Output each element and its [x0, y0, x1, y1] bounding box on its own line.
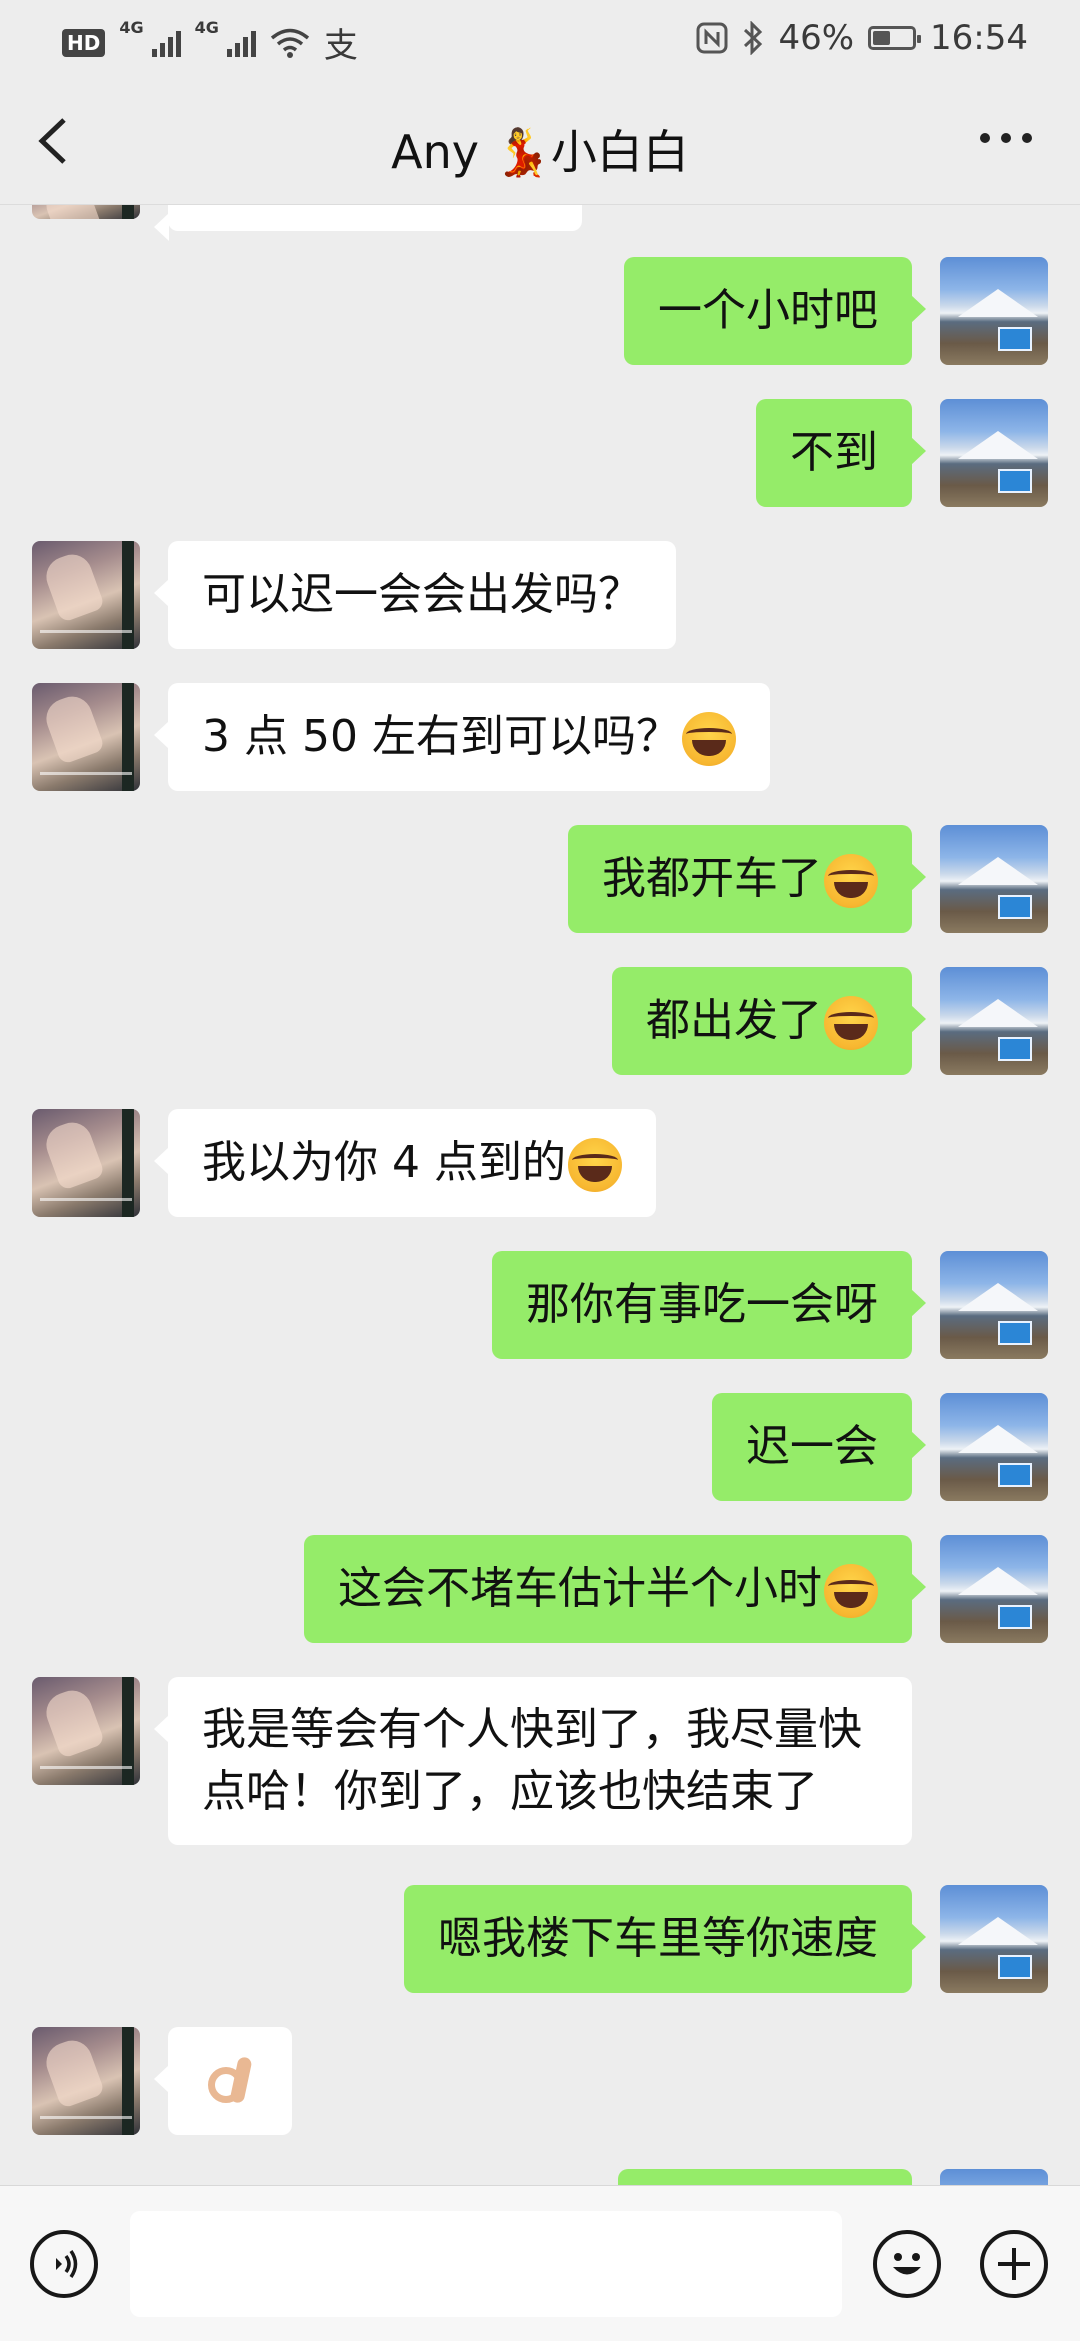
- status-bar: HD 4G 4G 支 46% 16:54: [0, 0, 1080, 78]
- peer-avatar[interactable]: [32, 541, 140, 649]
- signal-icon: [151, 29, 181, 57]
- self-avatar[interactable]: [940, 2169, 1048, 2185]
- message-bubble[interactable]: [618, 2169, 912, 2185]
- message-text: 迟一会: [746, 1421, 878, 1472]
- message-text: 一个小时吧: [658, 285, 878, 336]
- message-text: 3 点 50 左右到可以吗？: [202, 711, 680, 762]
- message-bubble[interactable]: 迟一会: [712, 1393, 926, 1501]
- peer-avatar[interactable]: [32, 683, 140, 791]
- hd-badge: HD: [62, 28, 106, 57]
- message-bubble[interactable]: 我以为你 4 点到的: [154, 1109, 656, 1217]
- peer-avatar[interactable]: [32, 1677, 140, 1785]
- more-options-button[interactable]: [980, 133, 1032, 143]
- self-avatar[interactable]: [940, 1393, 1048, 1501]
- signal-icon: [226, 29, 256, 57]
- network-type-1: 4G: [119, 18, 144, 37]
- chat-title: Any 💃小白白: [391, 125, 689, 179]
- battery-icon: [868, 26, 922, 50]
- self-avatar[interactable]: [940, 967, 1048, 1075]
- message-input[interactable]: [130, 2211, 842, 2317]
- message-text: 不到: [790, 427, 878, 478]
- facepalm-cry-emoji: [824, 996, 878, 1050]
- message-text-line: 点哈！你到了，应该也快结束了: [202, 1766, 818, 1817]
- message-text: 那你有事吃一会呀: [526, 1279, 878, 1330]
- facepalm-cry-emoji: [824, 1564, 878, 1618]
- peer-avatar[interactable]: [32, 2027, 140, 2135]
- facepalm-cry-emoji: [824, 854, 878, 908]
- message-bubble[interactable]: [154, 2027, 292, 2135]
- message-text: 可以迟一会会出发吗？: [202, 569, 642, 620]
- message-text: 我以为你 4 点到的: [202, 1137, 566, 1188]
- message-bubble[interactable]: 都出发了: [612, 967, 926, 1075]
- message-bubble[interactable]: [154, 205, 582, 241]
- ok-hand-emoji: [202, 2055, 258, 2111]
- self-avatar[interactable]: [940, 257, 1048, 365]
- voice-icon: [56, 2250, 78, 2278]
- self-avatar[interactable]: [940, 1535, 1048, 1643]
- more-functions-button[interactable]: [980, 2230, 1048, 2298]
- alipay-icon: 支: [323, 26, 358, 66]
- message-bubble[interactable]: 不到: [756, 399, 926, 507]
- plus-icon: [998, 2248, 1030, 2280]
- chat-header: Any 💃小白白: [0, 78, 1080, 205]
- message-text: 这会不堵车估计半个小时: [338, 1563, 822, 1614]
- emoji-button[interactable]: [873, 2230, 941, 2298]
- clock: 16:54: [930, 18, 1028, 58]
- battery-percent: 46%: [778, 18, 855, 58]
- message-text-line: 我是等会有个人快到了，我尽量快: [202, 1704, 862, 1755]
- message-text: 嗯我楼下车里等你速度: [438, 1913, 878, 1964]
- message-bubble[interactable]: 3 点 50 左右到可以吗？: [154, 683, 770, 791]
- nfc-icon: [696, 22, 728, 54]
- self-avatar[interactable]: [940, 1251, 1048, 1359]
- message-bubble[interactable]: 一个小时吧: [624, 257, 926, 365]
- message-bubble[interactable]: 嗯我楼下车里等你速度: [404, 1885, 926, 1993]
- peer-avatar[interactable]: [32, 205, 140, 219]
- self-avatar[interactable]: [940, 1885, 1048, 1993]
- smiley-icon: [893, 2253, 921, 2275]
- self-avatar[interactable]: [940, 825, 1048, 933]
- facepalm-cry-emoji: [567, 1138, 622, 1192]
- peer-avatar[interactable]: [32, 1109, 140, 1217]
- message-text: 都出发了: [646, 995, 822, 1046]
- wifi-icon: [270, 28, 309, 58]
- message-bubble[interactable]: 可以迟一会会出发吗？: [154, 541, 676, 649]
- bluetooth-icon: [744, 21, 763, 55]
- voice-input-button[interactable]: [30, 2230, 98, 2298]
- input-bar: [0, 2185, 1080, 2341]
- message-bubble[interactable]: 那你有事吃一会呀: [492, 1251, 926, 1359]
- message-bubble[interactable]: 这会不堵车估计半个小时: [304, 1535, 926, 1643]
- message-bubble[interactable]: 我都开车了: [568, 825, 926, 933]
- message-list[interactable]: 一个小时吧 不到 可以迟一会会出发吗？ 3 点 50 左右到可以吗？ 我都开车了…: [0, 205, 1080, 2185]
- message-text: 我都开车了: [602, 853, 822, 904]
- message-bubble[interactable]: 我是等会有个人快到了，我尽量快 点哈！你到了，应该也快结束了: [154, 1677, 912, 1845]
- network-type-2: 4G: [194, 18, 219, 37]
- facepalm-cry-emoji: [681, 712, 736, 766]
- self-avatar[interactable]: [940, 399, 1048, 507]
